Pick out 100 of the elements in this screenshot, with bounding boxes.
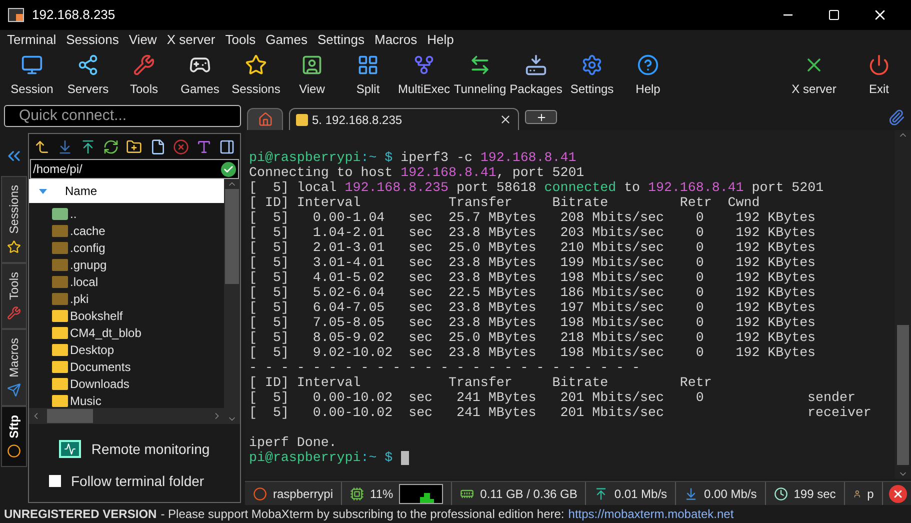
monitor-pulse-icon: [59, 440, 82, 458]
menu-item[interactable]: Tools: [220, 30, 261, 50]
menu-item[interactable]: Sessions: [61, 30, 124, 50]
confirm-check-icon: [221, 162, 236, 176]
file-row[interactable]: Downloads: [29, 375, 224, 392]
follow-folder-checkbox[interactable]: [49, 475, 61, 487]
horizontal-scrollbar[interactable]: [29, 408, 224, 424]
package-icon: [525, 54, 547, 76]
file-row[interactable]: .cache: [29, 222, 224, 239]
terminal-line: [ 5] 8.05-9.02 sec 25.0 MBytes 218 Mbits/sec 0 192 KBytes: [249, 330, 816, 345]
vertical-scrollbar[interactable]: [224, 179, 240, 424]
file-row[interactable]: Bookshelf: [29, 307, 224, 324]
file-row[interactable]: .config: [29, 239, 224, 256]
checkbox-label: Follow terminal folder: [71, 472, 204, 490]
menu-item[interactable]: View: [124, 30, 162, 50]
menu-item[interactable]: Help: [422, 30, 459, 50]
toolbar-button[interactable]: MultiExec: [396, 52, 452, 100]
gear-icon: [581, 54, 603, 76]
sort-caret-icon: [39, 188, 47, 194]
tools-icon: [133, 54, 155, 76]
terminal-line: pi@raspberrypi:~ $: [249, 450, 409, 465]
menu-item[interactable]: Macros: [369, 30, 422, 50]
toolbar-button[interactable]: Help: [620, 52, 676, 100]
network-icon: [77, 54, 99, 76]
split-grid-icon: [357, 54, 379, 76]
session-tab[interactable]: 5. 192.168.8.235: [289, 108, 519, 130]
toolbar-button[interactable]: Split: [340, 52, 396, 100]
sidebar-tab[interactable]: Sftp: [1, 406, 27, 468]
website-link[interactable]: https://mobaxterm.mobatek.net: [568, 505, 734, 523]
close-status-icon[interactable]: [889, 484, 907, 502]
sidebar-tab[interactable]: Sessions: [1, 176, 27, 263]
terminal-line: [ 5] 1.04-2.01 sec 23.8 MBytes 203 Mbits/sec 0 192 KBytes: [249, 225, 816, 240]
plus-icon: [536, 112, 546, 122]
app-logo-icon: [8, 8, 24, 22]
menu-item[interactable]: Games: [260, 30, 312, 50]
menu-item[interactable]: X server: [162, 30, 220, 50]
paper-plane-icon: [7, 383, 21, 398]
paperclip-icon: [888, 109, 905, 126]
toolbar-button[interactable]: Servers: [60, 52, 116, 100]
terminal-line: pi@raspberrypi:~ $ iperf3 -c 192.168.8.41: [249, 150, 576, 165]
name-column-header[interactable]: Name: [29, 179, 224, 203]
file-row[interactable]: Documents: [29, 358, 224, 375]
terminal-line: [ 5] 0.00-10.02 sec 241 MBytes 201 Mbits/sec receiver: [249, 405, 872, 420]
toolbar-button[interactable]: View: [284, 52, 340, 100]
new-tab-button[interactable]: [525, 110, 557, 124]
terminal-line: [ ID] Interval Transfer Bitrate Retr: [249, 375, 712, 390]
folder-icon: [52, 394, 68, 406]
terminal-scrollbar[interactable]: [895, 130, 911, 479]
refresh-icon: [103, 138, 120, 154]
sidebar-tab[interactable]: Macros: [1, 328, 27, 406]
toolbar-button[interactable]: Session: [4, 52, 60, 100]
quick-connect-field[interactable]: Quick connect...: [4, 105, 241, 127]
home-tab[interactable]: [247, 108, 283, 130]
folder-icon: [52, 276, 68, 288]
path-field[interactable]: /home/pi/: [30, 159, 239, 179]
sidebar-tab[interactable]: Tools: [1, 262, 27, 329]
remote-monitoring-button[interactable]: Remote monitoring: [91, 438, 210, 460]
cpu-icon: [350, 486, 364, 500]
user-screen-icon: [301, 54, 323, 76]
panel-icon: [219, 138, 236, 154]
menu-item[interactable]: Terminal: [2, 30, 62, 50]
folder-icon: [52, 310, 68, 322]
terminal-line: - - - - - - - - - - - - - - - - - - - - - - - - -: [249, 360, 640, 375]
toolbar-button[interactable]: Exit: [851, 52, 907, 100]
toolbar-button[interactable]: X server: [777, 52, 851, 100]
terminal-line: [ 5] 3.01-4.01 sec 23.8 MBytes 199 Mbits/sec 0 192 KBytes: [249, 255, 816, 270]
folder-icon: [52, 258, 68, 270]
toolbar-button[interactable]: Settings: [564, 52, 620, 100]
download-icon: [56, 138, 73, 154]
clock-icon: [774, 486, 788, 500]
fork-icon: [413, 54, 435, 76]
file-icon: [150, 138, 166, 154]
terminal-line: [ 5] 0.00-10.02 sec 241 MBytes 201 Mbits/sec 0 sender: [249, 390, 856, 405]
file-row[interactable]: ..: [29, 205, 224, 222]
folder-icon: [52, 378, 68, 390]
folder-icon: [52, 326, 68, 338]
close-tab-icon: [499, 113, 512, 126]
toolbar-button[interactable]: Games: [172, 52, 228, 100]
toolbar-button[interactable]: Tunneling: [452, 52, 508, 100]
file-row[interactable]: .pki: [29, 290, 224, 307]
folder-icon: [52, 292, 68, 304]
home-icon: [258, 112, 272, 127]
file-row[interactable]: Music: [29, 392, 224, 408]
file-row[interactable]: Desktop: [29, 341, 224, 358]
folder-icon: [52, 242, 68, 254]
file-row[interactable]: CM4_dt_blob: [29, 324, 224, 341]
unregistered-label: UNREGISTERED VERSION: [4, 506, 157, 523]
help-icon: [637, 54, 659, 76]
toolbar-button[interactable]: Tools: [116, 52, 172, 100]
menu-item[interactable]: Settings: [312, 30, 370, 50]
support-message: - Please support MobaXterm by subscribing to the professional edition here:: [160, 506, 564, 523]
download-icon: [684, 486, 698, 500]
delete-icon: [172, 138, 189, 154]
terminal-line: [ 5] local 192.168.8.235 port 58618 connected to 192.168.8.41 port 5201: [249, 180, 824, 195]
terminal-line: [ 5] 4.01-5.02 sec 23.8 MBytes 198 Mbits/sec 0 192 KBytes: [249, 270, 816, 285]
toolbar-button[interactable]: Packages: [508, 52, 564, 100]
file-row[interactable]: .gnupg: [29, 256, 224, 273]
file-row[interactable]: .local: [29, 273, 224, 290]
toolbar-button[interactable]: Sessions: [228, 52, 284, 100]
parent-folder-icon: [52, 208, 68, 220]
